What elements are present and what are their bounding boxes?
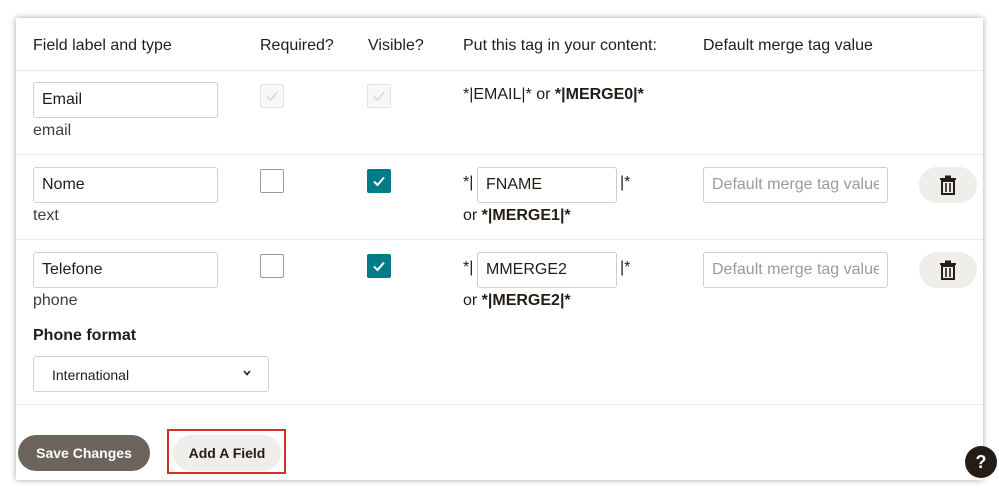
merge-fields-panel: Field label and type Required? Visible? … <box>16 18 983 480</box>
merge-tag-close: |* <box>620 174 631 191</box>
checkmark-icon <box>373 91 385 102</box>
header-tag: Put this tag in your content: <box>463 37 657 54</box>
merge-tag-code: *|MERGE0|* <box>554 86 644 103</box>
merge-tag-alt: or *|MERGE2|* <box>463 292 571 310</box>
phone-format-select[interactable]: International <box>33 356 269 392</box>
trash-icon <box>940 175 956 195</box>
trash-icon <box>940 260 956 280</box>
field-type-label: phone <box>33 292 78 309</box>
merge-tag-alt: or *|MERGE1|* <box>463 207 571 225</box>
merge-tag-text: *|EMAIL|* or *|MERGE0|* <box>463 86 644 104</box>
or-text: or <box>463 292 482 309</box>
visible-checkbox <box>367 84 391 108</box>
field-row-telefone: phone *| |* or *|MERGE2|* Phone format I… <box>16 240 983 405</box>
merge-tag-close: |* <box>620 259 631 276</box>
checkmark-icon <box>373 176 385 187</box>
help-button[interactable]: ? <box>965 446 997 478</box>
merge-tag-open: *| <box>463 259 474 276</box>
visible-checkbox[interactable] <box>367 169 391 193</box>
table-header: Field label and type Required? Visible? … <box>16 18 983 71</box>
header-default-value: Default merge tag value <box>703 37 873 54</box>
delete-field-button[interactable] <box>919 252 977 288</box>
phone-format-label: Phone format <box>33 327 137 344</box>
required-checkbox[interactable] <box>260 254 284 278</box>
default-value-input[interactable] <box>703 167 888 203</box>
header-required: Required? <box>260 37 334 54</box>
field-type-label: text <box>33 207 59 224</box>
merge-tag-code: *|MERGE2|* <box>481 292 571 309</box>
required-checkbox <box>260 84 284 108</box>
merge-tag-code: *|MERGE1|* <box>481 207 571 224</box>
checkmark-icon <box>373 261 385 272</box>
merge-tag-input[interactable] <box>477 252 617 288</box>
field-row-nome: text *| |* or *|MERGE1|* <box>16 155 983 240</box>
field-type-label: email <box>33 122 72 139</box>
visible-checkbox[interactable] <box>367 254 391 278</box>
default-value-input[interactable] <box>703 252 888 288</box>
field-label-input[interactable] <box>33 167 218 203</box>
field-label-input[interactable] <box>33 252 218 288</box>
phone-format-value: International <box>52 367 130 383</box>
merge-tag-prefix: *|EMAIL|* or <box>463 86 555 103</box>
or-text: or <box>463 207 482 224</box>
merge-tag-open: *| <box>463 174 474 191</box>
merge-tag-input[interactable] <box>477 167 617 203</box>
save-changes-button[interactable]: Save Changes <box>18 435 150 471</box>
checkmark-icon <box>266 91 278 102</box>
chevron-down-icon <box>243 370 251 376</box>
header-visible: Visible? <box>368 37 424 54</box>
field-row-email: email *|EMAIL|* or *|MERGE0|* <box>16 70 983 155</box>
delete-field-button[interactable] <box>919 167 977 203</box>
add-field-button[interactable]: Add A Field <box>173 435 281 471</box>
header-field-label: Field label and type <box>33 37 172 54</box>
required-checkbox[interactable] <box>260 169 284 193</box>
field-label-input[interactable] <box>33 82 218 118</box>
